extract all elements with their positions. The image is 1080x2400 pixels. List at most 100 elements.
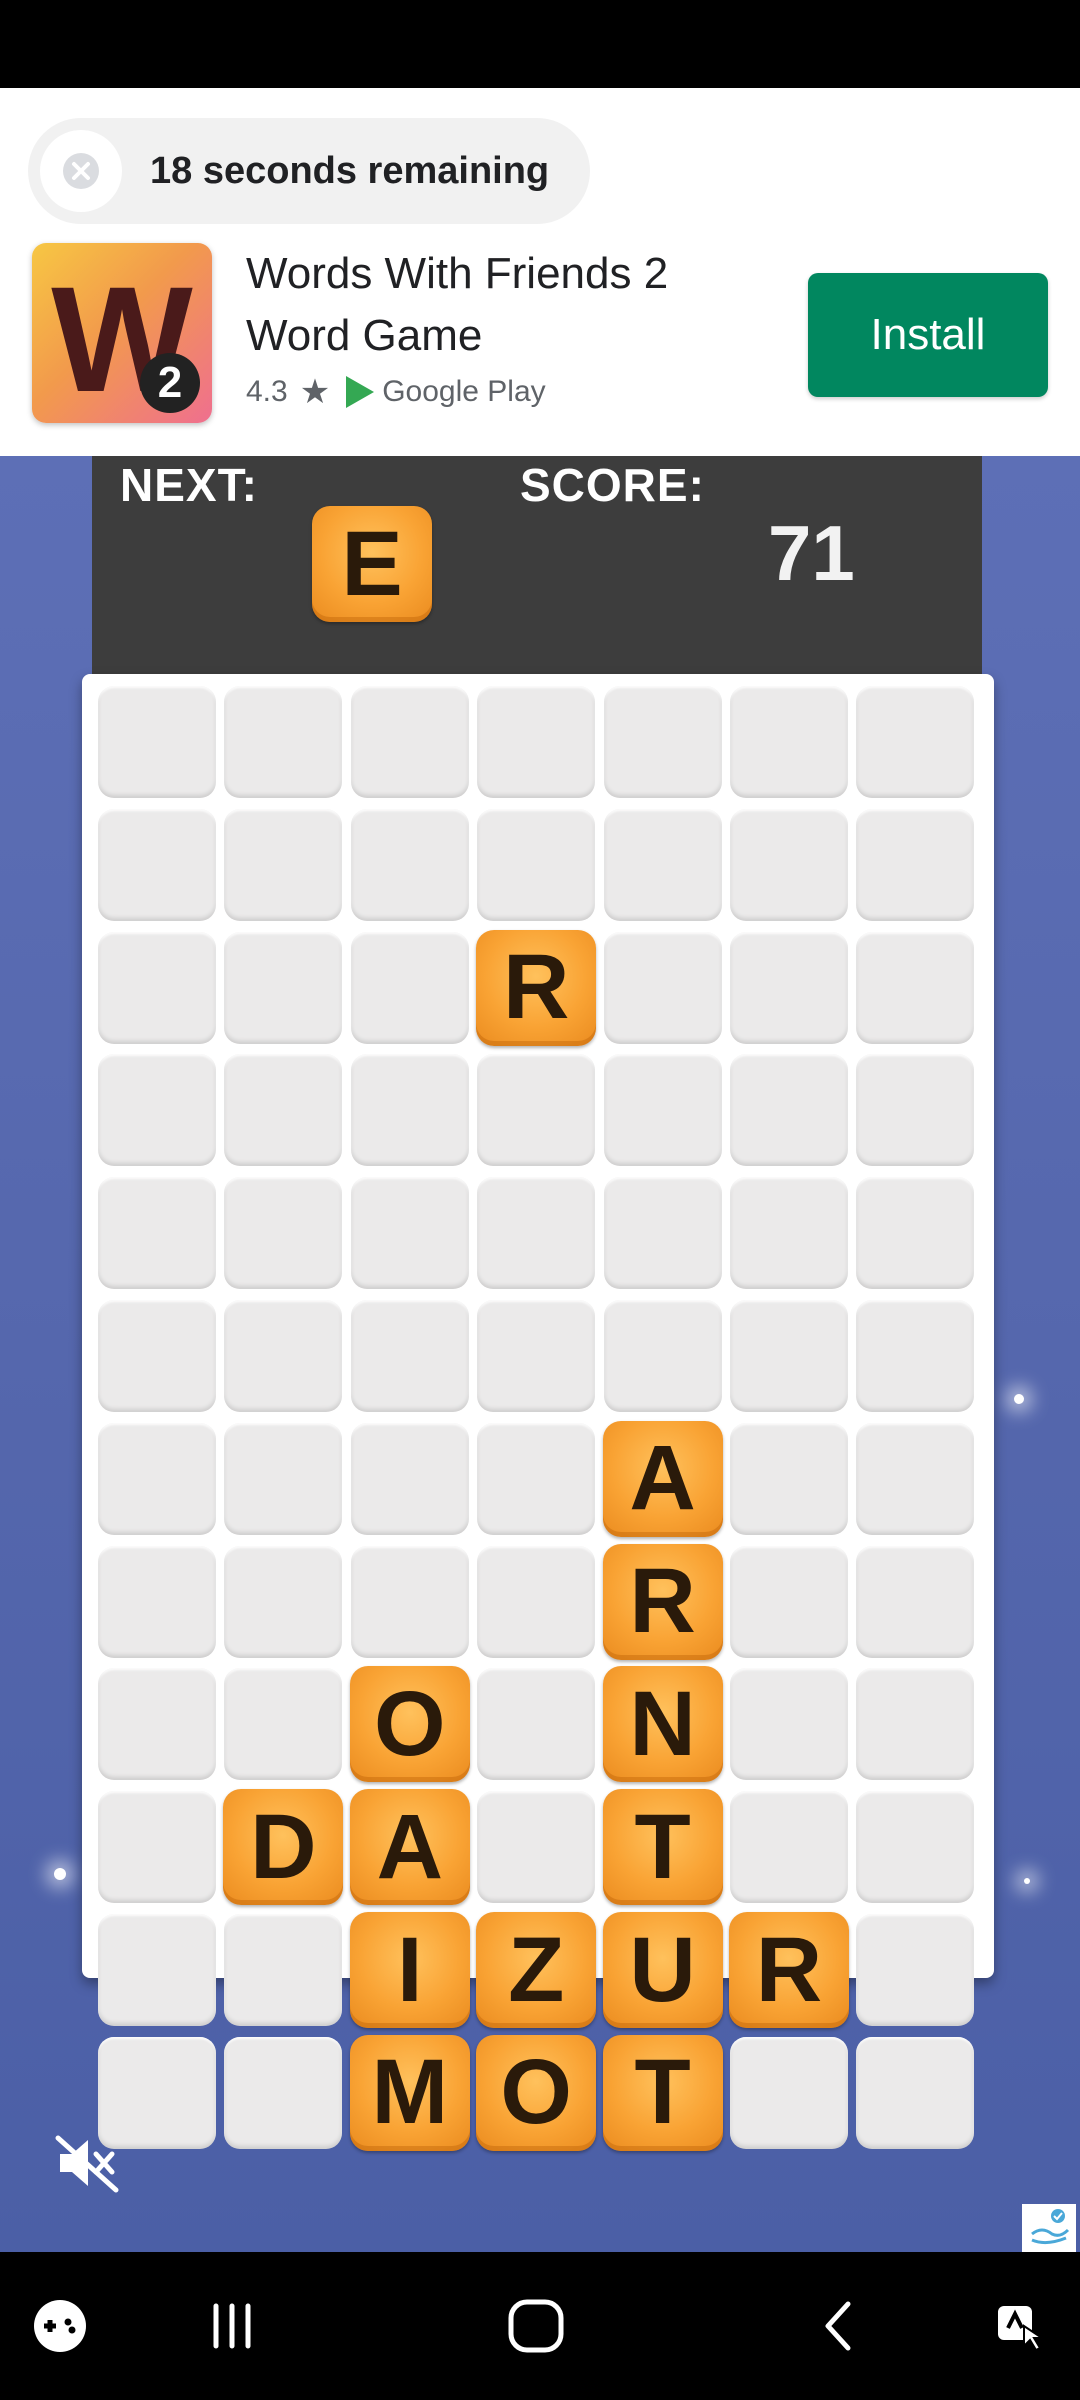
- grid-cell[interactable]: [856, 1545, 975, 1658]
- grid-cell[interactable]: [224, 1054, 343, 1167]
- grid-cell[interactable]: [224, 1914, 343, 2026]
- grid-cell[interactable]: [603, 1054, 722, 1167]
- grid-cell[interactable]: [477, 686, 596, 798]
- grid-cell[interactable]: [856, 1422, 975, 1535]
- grid-cell[interactable]: [98, 1054, 216, 1167]
- grid-cell[interactable]: [856, 1791, 975, 1904]
- grid-cell[interactable]: [477, 808, 596, 921]
- volume-muted-icon[interactable]: [52, 2128, 122, 2198]
- grid-cell[interactable]: [224, 808, 343, 921]
- home-icon: [508, 2299, 564, 2353]
- grid-cell[interactable]: [477, 1545, 596, 1658]
- grid-cell[interactable]: [350, 1545, 469, 1658]
- letter-tile[interactable]: O: [476, 2034, 597, 2151]
- adchoices-icon[interactable]: [1022, 2204, 1076, 2252]
- grid-cell[interactable]: [98, 1300, 216, 1412]
- install-button[interactable]: Install: [808, 273, 1048, 397]
- recents-button[interactable]: [192, 2286, 272, 2366]
- grid-cell[interactable]: [856, 1914, 975, 2026]
- grid-cell[interactable]: [856, 1300, 975, 1412]
- letter-tile[interactable]: T: [602, 2034, 723, 2151]
- letter-tile[interactable]: U: [602, 1912, 723, 2028]
- letter-tile[interactable]: R: [729, 1912, 849, 2028]
- grid-cell[interactable]: [730, 1177, 848, 1290]
- grid-cell[interactable]: [477, 1054, 596, 1167]
- letter-tile[interactable]: I: [349, 1912, 470, 2028]
- grid-cell[interactable]: [224, 1545, 343, 1658]
- grid-cell[interactable]: [98, 1668, 216, 1781]
- grid-cell[interactable]: [730, 1422, 848, 1535]
- accessibility-button[interactable]: [980, 2286, 1060, 2366]
- grid-cell[interactable]: [730, 931, 848, 1044]
- grid-cell[interactable]: [224, 1668, 343, 1781]
- grid-cell[interactable]: [350, 931, 469, 1044]
- letter-tile[interactable]: Z: [476, 1912, 597, 2028]
- grid-cell[interactable]: [350, 1300, 469, 1412]
- score-value: 71: [768, 509, 855, 597]
- grid-cell[interactable]: [603, 808, 722, 921]
- grid-cell[interactable]: [477, 1422, 596, 1535]
- letter-tile[interactable]: R: [476, 929, 597, 1046]
- grid-cell[interactable]: [477, 1668, 596, 1781]
- grid-cell[interactable]: [603, 1177, 722, 1290]
- grid-cell[interactable]: [98, 1791, 216, 1904]
- back-button[interactable]: [800, 2286, 880, 2366]
- letter-tile[interactable]: D: [223, 1789, 344, 1906]
- grid-cell[interactable]: [856, 2036, 975, 2149]
- grid-cell[interactable]: [350, 1177, 469, 1290]
- grid-cell[interactable]: [350, 1422, 469, 1535]
- grid-cell[interactable]: [730, 1300, 848, 1412]
- grid-cell[interactable]: [224, 931, 343, 1044]
- grid-cell[interactable]: [98, 1914, 216, 2026]
- home-button[interactable]: [496, 2286, 576, 2366]
- grid-cell[interactable]: [350, 1054, 469, 1167]
- letter-tile[interactable]: A: [602, 1420, 723, 1537]
- grid-cell[interactable]: [224, 1300, 343, 1412]
- grid-cell[interactable]: [856, 1054, 975, 1167]
- grid-cell[interactable]: [98, 1545, 216, 1658]
- app-title[interactable]: Words With Friends 2 Word Game: [246, 243, 766, 367]
- letter-tile[interactable]: R: [602, 1543, 723, 1660]
- game-launcher-button[interactable]: [20, 2286, 100, 2366]
- letter-tile[interactable]: T: [602, 1789, 723, 1906]
- grid-cell[interactable]: [730, 2036, 848, 2149]
- grid-cell[interactable]: [224, 1177, 343, 1290]
- grid-cell[interactable]: [856, 1668, 975, 1781]
- grid-cell[interactable]: [350, 808, 469, 921]
- grid-cell[interactable]: [603, 1300, 722, 1412]
- game-area[interactable]: NEXT: SCORE: E 71 RARONDATIZURMOT: [0, 456, 1080, 2252]
- grid-cell[interactable]: [730, 1545, 848, 1658]
- grid-cell[interactable]: [730, 808, 848, 921]
- grid-cell[interactable]: [856, 931, 975, 1044]
- sparkle-decoration: [1024, 1878, 1030, 1884]
- grid-cell[interactable]: [224, 2036, 343, 2149]
- grid-cell[interactable]: [98, 686, 216, 798]
- letter-tile[interactable]: O: [349, 1666, 470, 1783]
- grid-cell[interactable]: [98, 931, 216, 1044]
- letter-tile[interactable]: A: [349, 1789, 470, 1906]
- grid-cell[interactable]: [477, 1177, 596, 1290]
- grid-cell[interactable]: [224, 1422, 343, 1535]
- grid-cell[interactable]: [98, 1422, 216, 1535]
- app-icon[interactable]: W 2: [32, 243, 212, 423]
- grid-cell[interactable]: [730, 686, 848, 798]
- grid-cell[interactable]: [856, 808, 975, 921]
- grid-cell[interactable]: [350, 686, 469, 798]
- close-ad-button[interactable]: [40, 130, 122, 212]
- next-letter-tile: E: [312, 506, 432, 622]
- letter-tile[interactable]: M: [349, 2034, 470, 2151]
- grid-cell[interactable]: [856, 686, 975, 798]
- grid-cell[interactable]: [603, 686, 722, 798]
- grid-cell[interactable]: [730, 1791, 848, 1904]
- grid-cell[interactable]: [477, 1300, 596, 1412]
- letter-grid[interactable]: RARONDATIZURMOT: [82, 674, 994, 2151]
- letter-tile[interactable]: N: [602, 1666, 723, 1783]
- grid-cell[interactable]: [98, 1177, 216, 1290]
- grid-cell[interactable]: [730, 1054, 848, 1167]
- grid-cell[interactable]: [477, 1791, 596, 1904]
- grid-cell[interactable]: [603, 931, 722, 1044]
- grid-cell[interactable]: [730, 1668, 848, 1781]
- grid-cell[interactable]: [98, 808, 216, 921]
- grid-cell[interactable]: [224, 686, 343, 798]
- grid-cell[interactable]: [856, 1177, 975, 1290]
